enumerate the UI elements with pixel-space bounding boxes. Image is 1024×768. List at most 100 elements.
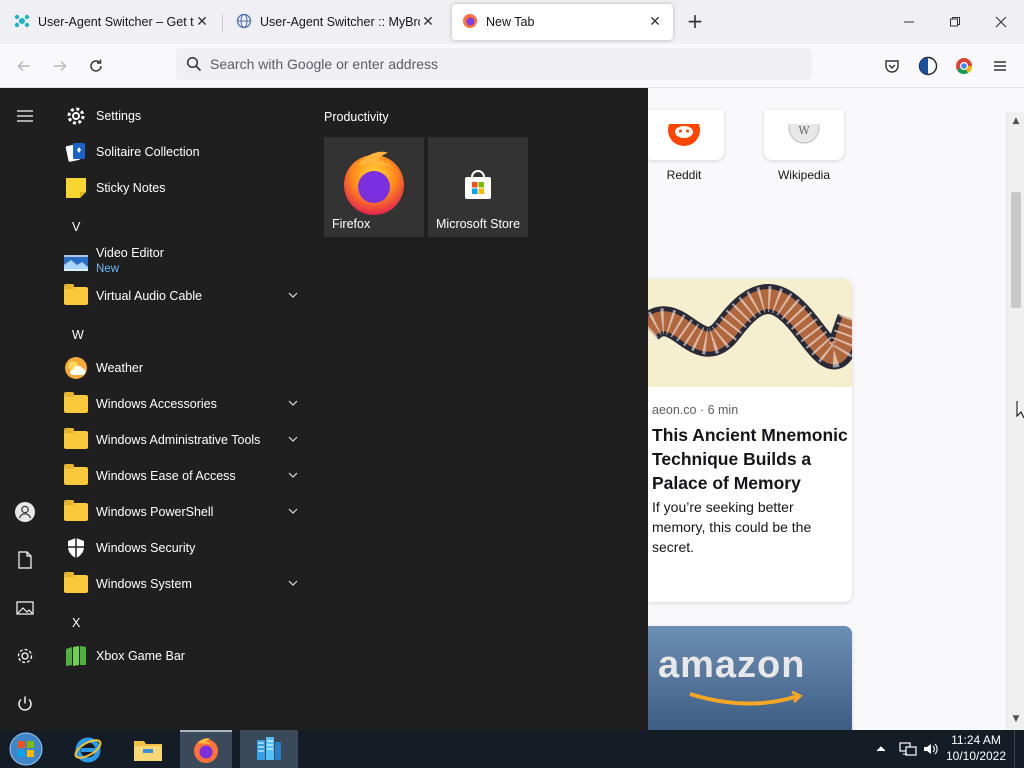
chevron-up-icon — [876, 746, 886, 752]
scroll-down-icon[interactable]: ▼ — [1010, 714, 1022, 726]
chevron-down-icon[interactable] — [286, 468, 300, 482]
pocket-button[interactable] — [880, 54, 904, 78]
app-windows-administrative-tools[interactable]: Windows Administrative Tools — [56, 423, 306, 457]
settings-button[interactable] — [13, 644, 37, 668]
reload-button[interactable] — [82, 52, 110, 80]
pictures-button[interactable] — [13, 596, 37, 620]
video-editor-icon — [64, 251, 88, 275]
scroll-thumb[interactable] — [1011, 192, 1021, 308]
section-letter[interactable]: W — [72, 328, 84, 342]
app-windows-system[interactable]: Windows System — [56, 567, 306, 601]
app-video-editor[interactable]: Video Editor New — [56, 243, 306, 283]
app-menu-button[interactable] — [988, 54, 1012, 78]
close-tab-icon[interactable]: ✕ — [194, 14, 210, 30]
story-card[interactable]: amazon — [648, 626, 852, 730]
app-label: Windows Ease of Access — [96, 469, 236, 483]
app-label: Virtual Audio Cable — [96, 289, 203, 303]
start-menu: Settings Solitaire Collection Sticky Not… — [0, 88, 648, 730]
new-badge: New — [96, 263, 120, 275]
chrome-extension-button[interactable] — [952, 54, 976, 78]
app-solitaire-collection[interactable]: Solitaire Collection — [56, 135, 306, 169]
start-button[interactable] — [4, 730, 48, 768]
taskbar-firefox[interactable] — [180, 730, 232, 768]
app-virtual-audio-cable[interactable]: Virtual Audio Cable — [56, 279, 306, 313]
dark-mode-button[interactable] — [916, 54, 940, 78]
minimize-button[interactable] — [894, 8, 924, 36]
taskbar-app[interactable] — [240, 730, 298, 768]
close-tab-icon[interactable]: ✕ — [647, 14, 663, 30]
tab-title: User-Agent Switcher :: MyBrowser — [260, 15, 420, 29]
documents-button[interactable] — [13, 548, 37, 572]
app-windows-ease-of-access[interactable]: Windows Ease of Access — [56, 459, 306, 493]
power-icon — [18, 696, 32, 711]
taskbar-internet-explorer[interactable] — [62, 730, 114, 768]
app-label: Video Editor — [96, 246, 164, 260]
app-windows-powershell[interactable]: Windows PowerShell — [56, 495, 306, 529]
amazon-sign-text: amazon — [658, 644, 806, 686]
story-card[interactable]: aeon.co · 6 min This Ancient Mnemonic Te… — [648, 279, 852, 602]
tab-new-tab[interactable]: New Tab ✕ — [452, 4, 673, 40]
close-window-button[interactable] — [986, 8, 1016, 36]
system-clock[interactable]: 11:24 AM 10/10/2022 — [940, 732, 1012, 764]
scroll-up-icon[interactable]: ▲ — [1010, 116, 1022, 128]
story-excerpt: If you’re seeking better memory, this co… — [652, 499, 812, 555]
file-explorer-icon — [134, 741, 162, 761]
page-scrollbar[interactable]: ▲ ▼ — [1006, 112, 1024, 730]
expand-menu-button[interactable] — [13, 104, 37, 128]
power-button[interactable] — [13, 692, 37, 716]
address-bar[interactable] — [176, 48, 812, 80]
taskbar: 11:24 AM 10/10/2022 — [0, 730, 1024, 768]
chevron-down-icon[interactable] — [286, 432, 300, 446]
chevron-down-icon[interactable] — [286, 576, 300, 590]
story-image — [648, 279, 852, 387]
reddit-icon — [668, 114, 700, 151]
store-icon — [465, 170, 491, 199]
close-tab-icon[interactable]: ✕ — [420, 14, 436, 30]
clock-time: 11:24 AM — [951, 733, 1001, 747]
chevron-down-icon[interactable] — [286, 504, 300, 518]
svg-text:W: W — [798, 124, 810, 137]
chevron-down-icon[interactable] — [286, 288, 300, 302]
clock-date: 10/10/2022 — [945, 749, 1007, 763]
chrome-icon — [956, 58, 973, 75]
search-icon — [186, 56, 202, 72]
top-site-reddit[interactable] — [644, 110, 724, 160]
network-button[interactable] — [899, 730, 917, 768]
minimize-icon — [904, 21, 914, 23]
app-xbox-game-bar[interactable]: Xbox Game Bar — [56, 639, 306, 673]
app-windows-accessories[interactable]: Windows Accessories — [56, 387, 306, 421]
restore-icon — [950, 17, 960, 27]
app-windows-security[interactable]: Windows Security — [56, 531, 306, 565]
start-menu-rail — [0, 88, 50, 730]
volume-button[interactable] — [922, 730, 938, 768]
url-input[interactable] — [210, 56, 770, 72]
tab-user-agent-extension[interactable]: User-Agent Switcher – Get this Extension… — [4, 4, 220, 40]
section-letter[interactable]: X — [72, 616, 80, 630]
forward-button[interactable] — [46, 52, 74, 80]
app-weather[interactable]: Weather — [56, 351, 306, 385]
section-letter[interactable]: V — [72, 220, 80, 234]
folder-icon — [64, 464, 88, 488]
user-account-button[interactable] — [13, 500, 37, 524]
tile-group-title[interactable]: Productivity — [324, 110, 389, 124]
new-tab-button[interactable]: + — [684, 11, 706, 33]
show-hidden-icons-button[interactable] — [876, 730, 886, 768]
app-label: Windows PowerShell — [96, 505, 214, 519]
app-label: Xbox Game Bar — [96, 649, 185, 663]
mouse-cursor-icon — [1016, 401, 1024, 419]
taskbar-file-explorer[interactable] — [122, 730, 174, 768]
back-button[interactable] — [10, 52, 38, 80]
tile-microsoft-store[interactable]: Microsoft Store — [428, 137, 528, 237]
app-sticky-notes[interactable]: Sticky Notes — [56, 171, 306, 205]
hamburger-icon — [994, 61, 1006, 71]
folder-icon — [64, 392, 88, 416]
show-desktop-button[interactable] — [1014, 730, 1024, 768]
restore-button[interactable] — [940, 8, 970, 36]
app-settings[interactable]: Settings — [56, 99, 306, 133]
folder-icon — [64, 572, 88, 596]
top-site-wikipedia[interactable]: W — [764, 110, 844, 160]
chevron-down-icon[interactable] — [286, 396, 300, 410]
wikipedia-icon: W — [788, 112, 820, 151]
tab-user-agent-mybrowser[interactable]: User-Agent Switcher :: MyBrowser ✕ — [226, 4, 446, 40]
tile-firefox[interactable]: Firefox — [324, 137, 424, 237]
